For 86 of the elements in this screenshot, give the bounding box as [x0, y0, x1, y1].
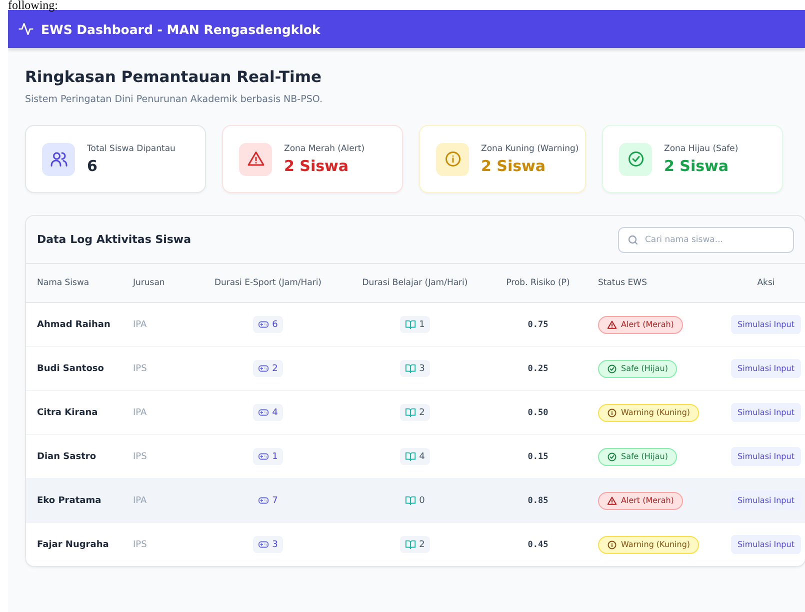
risk-probability: 0.50 — [528, 408, 548, 418]
risk-probability: 0.85 — [528, 496, 548, 506]
stat-value: 2 Siswa — [664, 156, 730, 174]
student-name: Budi Santoso — [37, 364, 104, 374]
users-icon — [50, 150, 68, 168]
book-icon — [405, 363, 416, 374]
simulate-input-button[interactable]: Simulasi Input — [730, 359, 802, 378]
column-header: Aksi — [757, 278, 775, 288]
major-text: IPS — [133, 364, 147, 374]
search-field[interactable]: Cari nama siswa... — [618, 226, 794, 252]
gamepad-icon — [258, 539, 270, 550]
warning-icon — [246, 150, 264, 168]
study-hours: 4 — [400, 448, 430, 465]
gamepad-icon — [258, 451, 270, 462]
study-hours: 1 — [400, 316, 430, 333]
status-badge: Safe (Hijau) — [598, 360, 677, 378]
check-circle-icon — [607, 452, 617, 462]
major-text: IPA — [133, 408, 147, 418]
esport-hours: 2 — [253, 360, 283, 377]
column-header: Prob. Risiko (P) — [506, 278, 570, 288]
check-circle-icon — [626, 150, 644, 168]
simulate-input-button[interactable]: Simulasi Input — [730, 403, 802, 422]
activity-icon — [18, 21, 34, 37]
major-text: IPS — [133, 540, 147, 550]
status-badge: Alert (Merah) — [598, 316, 683, 334]
student-name: Ahmad Raihan — [37, 320, 110, 330]
stat-label: Zona Hijau (Safe) — [664, 144, 738, 154]
gamepad-icon — [258, 363, 270, 374]
major-text: IPS — [133, 452, 147, 462]
status-badge: Alert (Merah) — [598, 492, 683, 510]
info-icon — [444, 150, 462, 168]
simulate-input-button[interactable]: Simulasi Input — [730, 447, 802, 466]
book-icon — [405, 451, 416, 462]
gamepad-icon — [258, 319, 270, 330]
page-title: Ringkasan Pemantauan Real-Time — [25, 68, 322, 86]
info-icon — [607, 540, 617, 550]
book-icon — [405, 319, 416, 330]
stat-value: 2 Siswa — [481, 156, 547, 174]
app-title: EWS Dashboard - MAN Rengasdengklok — [41, 22, 320, 36]
gamepad-icon — [258, 495, 270, 506]
esport-hours: 4 — [253, 404, 283, 421]
study-hours: 2 — [400, 404, 430, 421]
stat-value: 2 Siswa — [284, 156, 350, 174]
warning-icon — [607, 320, 617, 330]
simulate-input-button[interactable]: Simulasi Input — [730, 535, 802, 554]
column-header: Durasi Belajar (Jam/Hari) — [362, 278, 468, 288]
info-icon — [607, 408, 617, 418]
status-badge: Warning (Kuning) — [598, 536, 700, 554]
status-badge: Warning (Kuning) — [598, 404, 700, 422]
student-name: Eko Pratama — [37, 496, 102, 506]
book-icon — [405, 495, 416, 506]
check-circle-icon — [607, 364, 617, 374]
gamepad-icon — [258, 407, 270, 418]
stat-label: Zona Merah (Alert) — [284, 144, 365, 154]
status-badge: Safe (Hijau) — [598, 448, 677, 466]
stat-label: Total Siswa Dipantau — [87, 144, 176, 154]
column-header: Durasi E-Sport (Jam/Hari) — [214, 278, 322, 288]
table-title: Data Log Aktivitas Siswa — [37, 233, 192, 246]
book-icon — [405, 407, 416, 418]
esport-hours: 3 — [253, 536, 283, 553]
esport-hours: 1 — [253, 448, 283, 465]
column-header: Nama Siswa — [37, 278, 90, 288]
student-name: Dian Sastro — [37, 452, 96, 462]
esport-hours: 7 — [253, 492, 283, 509]
stat-value: 6 — [87, 156, 98, 174]
simulate-input-button[interactable]: Simulasi Input — [730, 491, 802, 510]
esport-hours: 6 — [253, 316, 283, 333]
page-subtitle: Sistem Peringatan Dini Penurunan Akademik berbasis NB-PSO. — [25, 94, 324, 105]
risk-probability: 0.45 — [528, 540, 548, 550]
student-name: Fajar Nugraha — [37, 540, 109, 550]
major-text: IPA — [133, 320, 147, 330]
book-icon — [405, 539, 416, 550]
column-header: Jurusan — [133, 278, 165, 288]
risk-probability: 0.75 — [528, 320, 548, 330]
risk-probability: 0.15 — [528, 452, 548, 462]
column-header: Status EWS — [598, 278, 647, 288]
study-hours: 2 — [400, 536, 430, 553]
warning-icon — [607, 496, 617, 506]
caption-text: following: — [7, 0, 59, 10]
risk-probability: 0.25 — [528, 364, 548, 374]
student-name: Citra Kirana — [37, 408, 98, 418]
major-text: IPA — [133, 496, 147, 506]
study-hours: 0 — [400, 492, 430, 509]
stat-label: Zona Kuning (Warning) — [481, 144, 579, 154]
study-hours: 3 — [400, 360, 430, 377]
simulate-input-button[interactable]: Simulasi Input — [730, 315, 802, 334]
